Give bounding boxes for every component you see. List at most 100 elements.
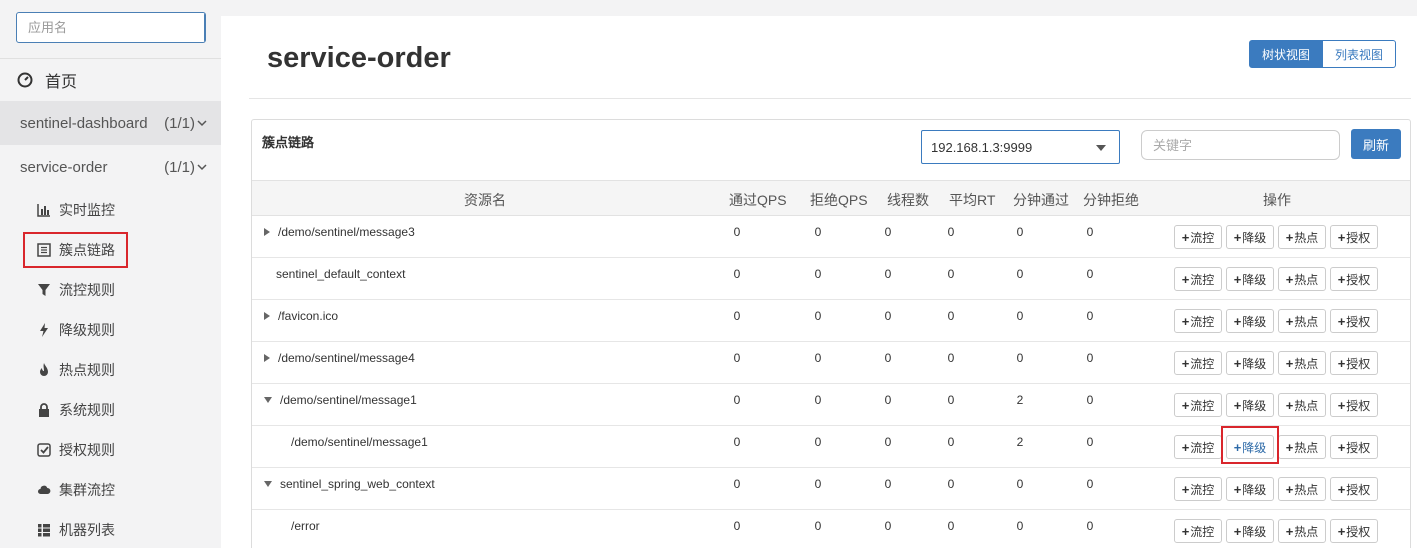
- add-flow-control-rule-button[interactable]: + 流控: [1174, 519, 1222, 543]
- op-label: 热点: [1294, 356, 1319, 371]
- nav-home[interactable]: 首页: [0, 58, 221, 101]
- resource-name-cell: sentinel_default_context: [276, 267, 405, 281]
- add-degrade-rule-button[interactable]: + 降级: [1226, 393, 1274, 417]
- plus-icon: +: [1233, 313, 1242, 329]
- plus-icon: +: [1285, 355, 1294, 371]
- tree-view-button[interactable]: 树状视图: [1249, 40, 1324, 68]
- add-flow-control-rule-button[interactable]: + 流控: [1174, 267, 1222, 291]
- caret-right-icon[interactable]: [264, 228, 270, 236]
- op-label: 流控: [1190, 356, 1215, 371]
- list-view-button[interactable]: 列表视图: [1323, 40, 1397, 68]
- metric-value: 0: [733, 519, 741, 533]
- add-authority-rule-button[interactable]: + 授权: [1330, 351, 1378, 375]
- caret-down-icon[interactable]: [264, 397, 272, 403]
- add-hotspot-rule-button[interactable]: + 热点: [1278, 351, 1326, 375]
- bar-chart-icon: [37, 203, 51, 217]
- add-flow-control-rule-button[interactable]: + 流控: [1174, 477, 1222, 501]
- add-degrade-rule-button[interactable]: + 降级: [1226, 225, 1274, 249]
- app-item-sentinel-dashboard[interactable]: sentinel-dashboard (1/1): [0, 101, 221, 145]
- add-hotspot-rule-button[interactable]: + 热点: [1278, 477, 1326, 501]
- metric-value: 0: [884, 435, 892, 449]
- caret-right-icon[interactable]: [264, 354, 270, 362]
- resource-name-cell: /error: [291, 519, 320, 533]
- add-degrade-rule-button[interactable]: + 降级: [1226, 519, 1274, 543]
- op-label: 降级: [1242, 356, 1267, 371]
- menu-degrade-rules[interactable]: 降级规则: [37, 320, 115, 340]
- add-hotspot-rule-button[interactable]: + 热点: [1278, 225, 1326, 249]
- plus-icon: +: [1181, 355, 1190, 371]
- plus-icon: +: [1285, 229, 1294, 245]
- row-operations: + 流控 + 降级 + 热点 + 授权: [1174, 393, 1378, 417]
- menu-machine-list[interactable]: 机器列表: [37, 520, 115, 540]
- add-authority-rule-button[interactable]: + 授权: [1330, 309, 1378, 333]
- add-degrade-rule-button[interactable]: + 降级: [1226, 309, 1274, 333]
- plus-icon: +: [1181, 481, 1190, 497]
- add-degrade-rule-button[interactable]: + 降级: [1226, 267, 1274, 291]
- add-authority-rule-button[interactable]: + 授权: [1330, 477, 1378, 501]
- op-label: 降级: [1242, 314, 1267, 329]
- app-name: service-order: [20, 158, 108, 176]
- add-flow-control-rule-button[interactable]: + 流控: [1174, 351, 1222, 375]
- op-label: 流控: [1190, 272, 1215, 287]
- add-flow-control-rule-button[interactable]: + 流控: [1174, 435, 1222, 459]
- filter-icon: [37, 283, 51, 297]
- machine-select-value: 192.168.1.3:9999: [931, 139, 1033, 155]
- caret-right-icon[interactable]: [264, 312, 270, 320]
- metric-value: 0: [733, 309, 741, 323]
- add-flow-control-rule-button[interactable]: + 流控: [1174, 393, 1222, 417]
- search-button[interactable]: 搜索: [204, 13, 205, 42]
- menu-system-rules[interactable]: 系统规则: [37, 400, 115, 420]
- menu-auth-rules[interactable]: 授权规则: [37, 440, 115, 460]
- metric-value: 0: [884, 393, 892, 407]
- row-operations: + 流控 + 降级 + 热点 + 授权: [1174, 519, 1378, 543]
- sidebar: 搜索 首页 sentinel-dashboard (1/1) service-o…: [0, 0, 221, 548]
- add-hotspot-rule-button[interactable]: + 热点: [1278, 435, 1326, 459]
- keyword-input[interactable]: [1141, 130, 1340, 160]
- menu-realtime-monitor[interactable]: 实时监控: [37, 200, 115, 220]
- header-avg-rt: 平均RT: [949, 192, 996, 208]
- app-search-input[interactable]: [17, 13, 204, 42]
- add-hotspot-rule-button[interactable]: + 热点: [1278, 267, 1326, 291]
- chevron-down-icon: [197, 120, 207, 127]
- plus-icon: +: [1337, 355, 1346, 371]
- op-label: 降级: [1242, 482, 1267, 497]
- metric-value: 0: [1016, 477, 1024, 491]
- metric-value: 0: [884, 519, 892, 533]
- row-operations: + 流控 + 降级 + 热点 + 授权: [1174, 351, 1378, 375]
- metric-value: 0: [814, 435, 822, 449]
- add-flow-control-rule-button[interactable]: + 流控: [1174, 309, 1222, 333]
- plus-icon: +: [1337, 271, 1346, 287]
- op-label: 授权: [1346, 272, 1371, 287]
- caret-down-icon[interactable]: [264, 481, 272, 487]
- machine-select[interactable]: 192.168.1.3:9999: [921, 130, 1120, 164]
- menu-flow-rules[interactable]: 流控规则: [37, 280, 115, 300]
- add-degrade-rule-button[interactable]: + 降级: [1226, 477, 1274, 501]
- refresh-button[interactable]: 刷新: [1351, 129, 1401, 159]
- table-row: /error 0 0 0 0 0 0 + 流控 + 降级 + 热点 + 授权: [252, 510, 1410, 548]
- op-label: 授权: [1346, 356, 1371, 371]
- app-item-service-order[interactable]: service-order (1/1): [0, 145, 221, 189]
- metric-value: 0: [814, 477, 822, 491]
- add-authority-rule-button[interactable]: + 授权: [1330, 435, 1378, 459]
- add-authority-rule-button[interactable]: + 授权: [1330, 267, 1378, 291]
- add-hotspot-rule-button[interactable]: + 热点: [1278, 519, 1326, 543]
- metric-value: 0: [733, 435, 741, 449]
- row-operations: + 流控 + 降级 + 热点 + 授权: [1174, 225, 1378, 249]
- resource-name-cell: /demo/sentinel/message4: [264, 351, 415, 365]
- add-authority-rule-button[interactable]: + 授权: [1330, 519, 1378, 543]
- plus-icon: +: [1285, 313, 1294, 329]
- add-degrade-rule-button[interactable]: + 降级: [1226, 351, 1274, 375]
- add-flow-control-rule-button[interactable]: + 流控: [1174, 225, 1222, 249]
- op-label: 流控: [1190, 230, 1215, 245]
- add-hotspot-rule-button[interactable]: + 热点: [1278, 309, 1326, 333]
- menu-cluster-flow[interactable]: 集群流控: [37, 480, 115, 500]
- fire-icon: [37, 363, 51, 377]
- cloud-icon: [37, 483, 51, 497]
- resource-name: sentinel_default_context: [276, 267, 406, 281]
- add-authority-rule-button[interactable]: + 授权: [1330, 393, 1378, 417]
- metric-value: 0: [947, 435, 955, 449]
- menu-hotspot-rules[interactable]: 热点规则: [37, 360, 115, 380]
- op-label: 授权: [1346, 230, 1371, 245]
- add-authority-rule-button[interactable]: + 授权: [1330, 225, 1378, 249]
- add-hotspot-rule-button[interactable]: + 热点: [1278, 393, 1326, 417]
